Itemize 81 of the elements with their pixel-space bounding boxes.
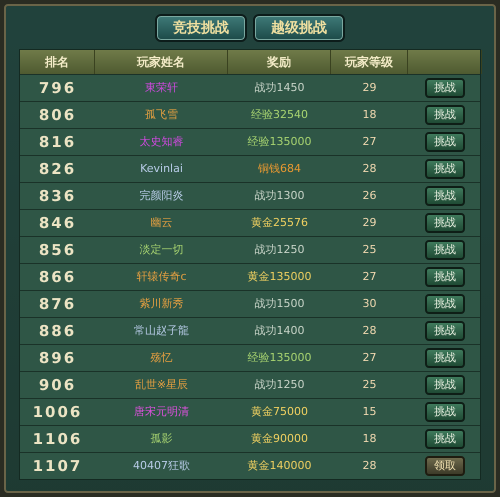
player-name: 紫川新秀 (138, 296, 184, 312)
level-cell-text: 27 (362, 268, 378, 285)
level-cell-text: 29 (362, 80, 378, 96)
level-cell-text: 25 (362, 376, 378, 393)
challenge-button[interactable]: 挑战 (425, 348, 465, 368)
reward-cell-text: 经验135000 (246, 350, 312, 366)
player-name: 東荣轩 (144, 80, 179, 96)
rank-cell-text: 886 (38, 320, 78, 342)
tab[interactable]: 竞技挑战 (155, 14, 247, 42)
player-name: 唐宋元明清 (133, 404, 190, 420)
player-name: Kevinlai (139, 160, 184, 177)
level-cell-text: 15 (362, 404, 378, 420)
rank-cell-text: 876 (38, 294, 78, 315)
rank-cell-text: 846 (38, 212, 78, 234)
challenge-button[interactable]: 挑战 (425, 159, 465, 179)
player-name: 淡定一切 (138, 242, 184, 258)
player-name: 轩辕传奇c (135, 268, 188, 285)
rank-cell-text: 1107 (32, 456, 84, 477)
level-cell-text: 28 (362, 458, 378, 474)
reward-cell-text: 战功1250 (254, 376, 306, 393)
player-name: 乱世※星辰 (134, 376, 190, 393)
player-name: 殇忆 (150, 350, 174, 366)
reward-cell-text: 经验32540 (250, 106, 309, 123)
reward-cell-text: 黄金140000 (246, 458, 312, 474)
reward-cell-text: 黄金90000 (250, 430, 309, 447)
player-name: 常山赵子龍 (133, 322, 190, 339)
rank-cell-text: 1106 (32, 428, 84, 450)
reward-cell-text: 战功1250 (254, 242, 306, 258)
challenge-button[interactable]: 挑战 (425, 213, 465, 233)
player-name: 40407狂歌 (132, 458, 191, 474)
level-cell-text: 27 (362, 134, 378, 150)
rank-cell-text: 1006 (32, 402, 84, 423)
level-cell-text: 26 (362, 188, 378, 204)
rank-cell-text: 836 (38, 186, 78, 207)
level-cell-text: 28 (362, 322, 378, 339)
player-name: 幽云 (150, 214, 174, 231)
challenge-button[interactable]: 挑战 (425, 294, 465, 314)
level-cell-text: 29 (362, 214, 378, 231)
reward-cell-text: 战功1450 (254, 80, 306, 96)
rank-cell-text: 796 (38, 78, 78, 99)
player-name: 太史知睿 (138, 134, 184, 150)
rank-cell-text: 806 (38, 104, 78, 126)
challenge-button[interactable]: 挑战 (425, 186, 465, 206)
challenge-button[interactable]: 挑战 (425, 267, 465, 287)
column-header: 奖励 (267, 54, 291, 71)
level-cell-text: 25 (362, 242, 378, 258)
level-cell-text: 28 (362, 160, 378, 177)
rank-cell-text: 856 (38, 240, 78, 261)
challenge-button[interactable]: 挑战 (425, 375, 465, 395)
reward-cell-text: 战功1400 (254, 322, 306, 339)
rank-cell-text: 816 (38, 132, 78, 153)
level-cell-text: 27 (362, 350, 378, 366)
challenge-button[interactable]: 挑战 (425, 78, 465, 98)
challenge-button[interactable]: 挑战 (425, 402, 465, 422)
player-name: 孤影 (150, 430, 174, 447)
challenge-button[interactable]: 挑战 (425, 429, 465, 449)
claim-button[interactable]: 领取 (425, 456, 465, 476)
reward-cell-text: 铜钱684 (257, 160, 302, 177)
rank-cell-text: 896 (38, 348, 78, 369)
challenge-button[interactable]: 挑战 (425, 132, 465, 152)
rank-cell-text: 906 (38, 374, 78, 396)
tab[interactable]: 越级挑战 (253, 14, 345, 42)
rank-cell-text: 826 (38, 158, 78, 180)
rank-cell-text: 866 (38, 266, 78, 288)
challenge-button[interactable]: 挑战 (425, 105, 465, 125)
reward-cell-text: 黄金135000 (246, 268, 312, 285)
column-header: 玩家姓名 (137, 54, 185, 71)
reward-cell-text: 战功1300 (254, 188, 306, 204)
column-header: 排名 (45, 54, 69, 71)
player-name: 孤飞雪 (144, 106, 179, 123)
reward-cell-text: 黄金75000 (250, 404, 309, 420)
level-cell-text: 18 (362, 430, 378, 447)
reward-cell-text: 经验135000 (246, 134, 312, 150)
reward-cell-text: 战功1500 (254, 296, 306, 312)
column-header: 玩家等级 (345, 54, 393, 71)
challenge-button[interactable]: 挑战 (425, 240, 465, 260)
challenge-button[interactable]: 挑战 (425, 321, 465, 341)
level-cell-text: 30 (362, 296, 378, 312)
player-name: 完颜阳炎 (138, 188, 184, 204)
reward-cell-text: 黄金25576 (250, 214, 309, 231)
level-cell-text: 18 (362, 106, 378, 123)
